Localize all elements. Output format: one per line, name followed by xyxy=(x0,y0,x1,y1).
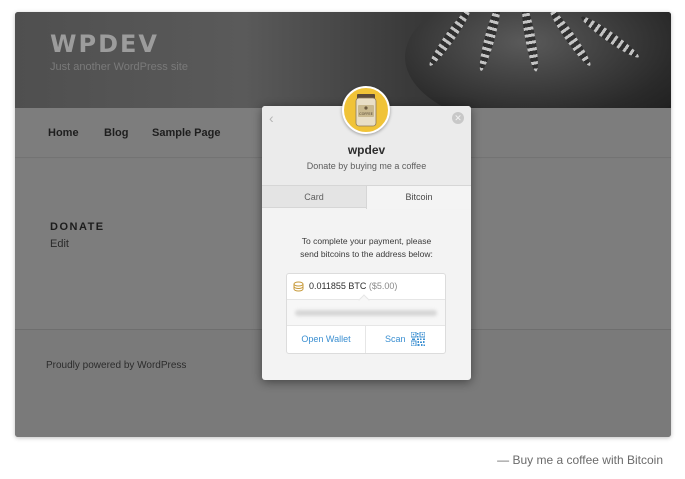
address-blurred-text xyxy=(295,310,437,316)
qr-code-icon xyxy=(411,332,425,346)
amount-btc: 0.011855 BTC xyxy=(309,281,367,291)
footer-credit[interactable]: Proudly powered by WordPress xyxy=(46,360,186,371)
modal-description: Donate by buying me a coffee xyxy=(306,161,427,171)
close-icon[interactable]: ✕ xyxy=(452,112,464,124)
bitcoin-address[interactable] xyxy=(287,294,445,326)
donation-modal: ‹ ✕ wpdev Donate by buying me a coffee C… xyxy=(262,86,471,380)
open-wallet-button[interactable]: Open Wallet xyxy=(287,326,366,353)
amount-usd: ($5.00) xyxy=(368,281,398,291)
payment-instructions: To complete your payment, please send bi… xyxy=(262,235,471,261)
instructions-line-2: send bitcoins to the address below: xyxy=(300,249,433,259)
coffee-logo: COFFEE xyxy=(342,86,390,134)
tab-card[interactable]: Card xyxy=(262,186,366,208)
logo-text: COFFEE xyxy=(359,112,373,116)
site-tagline: Just another WordPress site xyxy=(50,61,188,73)
edit-link[interactable]: Edit xyxy=(50,238,69,250)
chevron-left-icon[interactable]: ‹ xyxy=(269,110,281,126)
image-caption: — Buy me a coffee with Bitcoin xyxy=(497,453,663,467)
instructions-line-1: To complete your payment, please xyxy=(301,236,432,246)
coin-stack-icon xyxy=(293,281,304,292)
site-title[interactable]: WPDEV xyxy=(50,30,159,58)
scan-button[interactable]: Scan xyxy=(366,326,445,353)
payment-box: 0.011855 BTC ($5.00) Open Wallet Scan xyxy=(286,273,446,354)
amount-text: 0.011855 BTC ($5.00) xyxy=(309,281,397,291)
nav-item-home[interactable]: Home xyxy=(48,127,79,139)
scan-label: Scan xyxy=(385,334,406,344)
entry-title: DONATE xyxy=(50,221,105,233)
site-header: WPDEV Just another WordPress site xyxy=(15,12,671,108)
action-row: Open Wallet Scan xyxy=(287,326,445,353)
modal-name: wpdev xyxy=(347,143,386,157)
nav-item-sample-page[interactable]: Sample Page xyxy=(152,127,220,139)
nav-item-blog[interactable]: Blog xyxy=(104,127,128,139)
tab-bitcoin[interactable]: Bitcoin xyxy=(366,186,471,209)
coffee-jar-icon: COFFEE xyxy=(355,94,377,127)
header-image-pot xyxy=(405,12,671,108)
amount-row: 0.011855 BTC ($5.00) xyxy=(287,274,445,299)
payment-tabs: Card Bitcoin xyxy=(262,185,471,209)
